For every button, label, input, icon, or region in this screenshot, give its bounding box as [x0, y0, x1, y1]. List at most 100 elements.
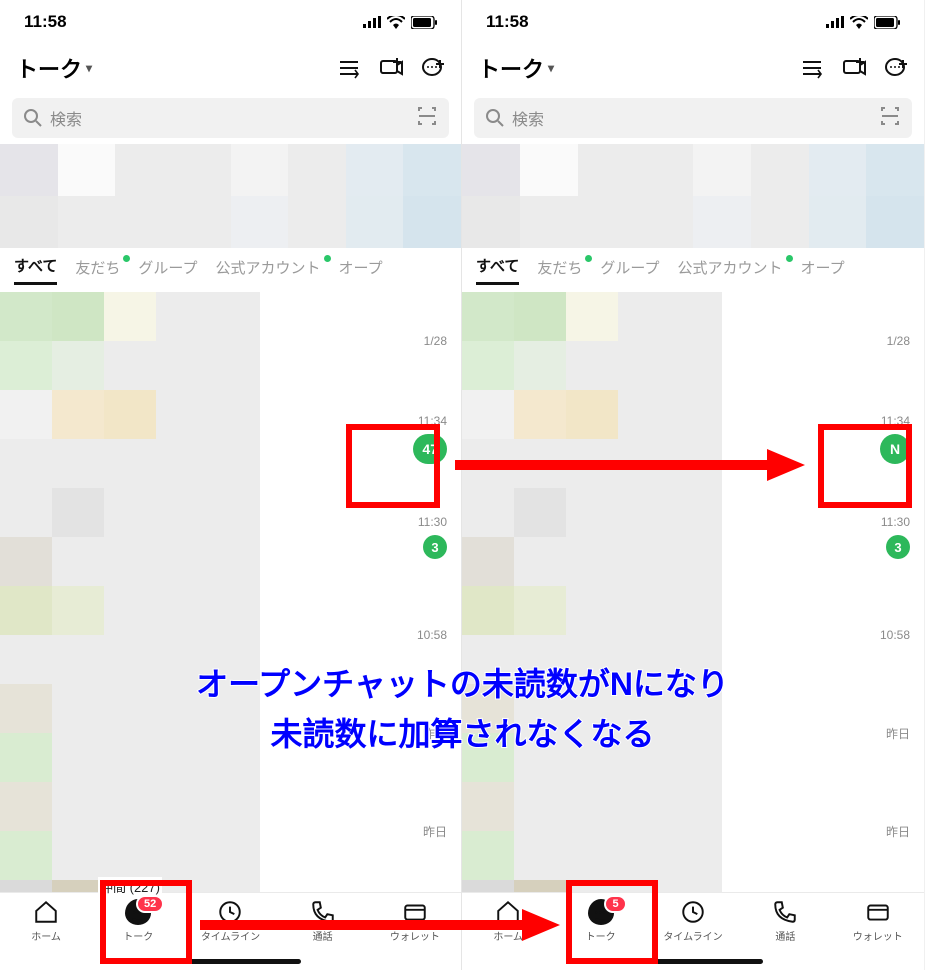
nav-label: ホーム	[493, 928, 523, 943]
nav-label: ホーム	[31, 928, 61, 943]
bottom-nav: ホーム ••• 5 トーク タイムライン 通話 ウォレット	[462, 892, 924, 970]
status-bar: 11:58	[462, 0, 924, 44]
sort-icon[interactable]	[800, 56, 824, 80]
wifi-icon	[387, 16, 405, 29]
new-chat-icon[interactable]	[379, 56, 403, 80]
search-input[interactable]: 検索	[474, 98, 912, 138]
banner-ad[interactable]	[462, 144, 924, 248]
nav-unread-badge: 5	[604, 895, 626, 913]
nav-label: 通話	[775, 928, 795, 943]
phone-icon	[772, 899, 798, 925]
tab-openchat[interactable]: オープ	[801, 257, 845, 284]
chat-row[interactable]: 昨日	[462, 684, 924, 782]
unread-dot-icon	[324, 255, 331, 262]
wallet-icon	[865, 899, 891, 925]
unread-badge: N	[880, 434, 910, 464]
nav-call[interactable]: 通話	[745, 899, 825, 943]
chat-row[interactable]: 昨日	[0, 782, 461, 880]
sort-icon[interactable]	[337, 56, 361, 80]
chat-time: 10:58	[417, 628, 447, 642]
chat-row[interactable]: 11:34 N	[462, 390, 924, 488]
page-title[interactable]: トーク ▾	[16, 52, 92, 84]
tab-friends-label: 友だち	[75, 260, 120, 277]
battery-icon	[411, 16, 437, 29]
nav-talk[interactable]: ••• 5 トーク	[561, 899, 641, 943]
phone-icon	[310, 899, 336, 925]
chat-row[interactable]: 10:58	[0, 586, 461, 684]
tab-openchat[interactable]: オープ	[339, 257, 383, 284]
unread-dot-icon	[123, 255, 130, 262]
scan-icon[interactable]	[417, 106, 437, 131]
nav-timeline[interactable]: タイムライン	[653, 899, 733, 943]
tab-all[interactable]: すべて	[476, 255, 519, 285]
search-input[interactable]: 検索	[12, 98, 449, 138]
new-chat-icon[interactable]	[842, 56, 866, 80]
banner-ad[interactable]	[0, 144, 461, 248]
timeline-icon	[217, 899, 243, 925]
nav-call[interactable]: 通話	[283, 899, 363, 943]
chat-time: 1/28	[424, 334, 447, 348]
tab-all[interactable]: すべて	[14, 255, 57, 285]
peek-label: 仲間 (227)	[98, 877, 162, 896]
chat-list[interactable]: 1/28 11:34 N 11:303 10:58 昨日 昨日	[462, 292, 924, 928]
chat-time: 昨日	[886, 725, 910, 742]
nav-home[interactable]: ホーム	[468, 899, 548, 943]
status-bar: 11:58	[0, 0, 461, 44]
tab-official[interactable]: 公式アカウント	[215, 257, 320, 284]
scan-icon[interactable]	[880, 106, 900, 131]
chat-row[interactable]: 11:303	[462, 488, 924, 586]
nav-label: トーク	[123, 928, 153, 943]
filter-tabs: すべて 友だち グループ 公式アカウント オープ	[462, 248, 924, 292]
tab-official[interactable]: 公式アカウント	[677, 257, 782, 284]
page-title-text: トーク	[16, 52, 82, 84]
search-placeholder: 検索	[50, 106, 82, 130]
compose-icon[interactable]	[421, 56, 445, 80]
nav-label: ウォレット	[853, 928, 903, 943]
chat-row[interactable]: 昨日	[0, 684, 461, 782]
tab-groups[interactable]: グループ	[138, 257, 197, 284]
chat-row[interactable]: 11:30 3	[0, 488, 461, 586]
signal-icon	[826, 16, 844, 28]
chat-row[interactable]: 昨日	[462, 782, 924, 880]
chat-time: 昨日	[423, 725, 447, 742]
nav-timeline[interactable]: タイムライン	[190, 899, 270, 943]
nav-label: トーク	[586, 928, 616, 943]
nav-wallet[interactable]: ウォレット	[838, 899, 918, 943]
nav-talk[interactable]: ••• 52 トーク	[98, 899, 178, 943]
home-indicator	[161, 959, 301, 964]
status-icons	[826, 16, 900, 29]
nav-label: ウォレット	[390, 928, 440, 943]
tab-official-label: 公式アカウント	[215, 260, 320, 277]
chevron-down-icon: ▾	[86, 61, 92, 75]
battery-icon	[874, 16, 900, 29]
status-icons	[363, 16, 437, 29]
nav-home[interactable]: ホーム	[6, 899, 86, 943]
nav-label: タイムライン	[663, 928, 722, 943]
wallet-icon	[402, 899, 428, 925]
nav-wallet[interactable]: ウォレット	[375, 899, 455, 943]
home-icon	[33, 899, 59, 925]
tab-friends-label: 友だち	[537, 260, 582, 277]
unread-badge: 3	[423, 535, 447, 559]
status-time: 11:58	[486, 12, 529, 32]
chat-row[interactable]: 11:34 47	[0, 390, 461, 488]
unread-badge: 3	[886, 535, 910, 559]
home-indicator	[623, 959, 763, 964]
chevron-down-icon: ▾	[548, 61, 554, 75]
chat-time: 昨日	[423, 823, 447, 840]
chat-row[interactable]: 1/28	[0, 292, 461, 390]
page-title[interactable]: トーク ▾	[478, 52, 554, 84]
chat-list[interactable]: 1/28 11:34 47 11:30 3 10:58	[0, 292, 461, 928]
chat-row[interactable]: 1/28	[462, 292, 924, 390]
header: トーク ▾	[0, 44, 461, 92]
tab-friends[interactable]: 友だち	[537, 257, 582, 284]
search-icon	[24, 109, 42, 127]
search-placeholder: 検索	[512, 106, 544, 130]
chat-row[interactable]: 10:58	[462, 586, 924, 684]
compose-icon[interactable]	[884, 56, 908, 80]
signal-icon	[363, 16, 381, 28]
tab-friends[interactable]: 友だち	[75, 257, 120, 284]
status-time: 11:58	[24, 12, 67, 32]
tab-groups[interactable]: グループ	[600, 257, 659, 284]
timeline-icon	[680, 899, 706, 925]
